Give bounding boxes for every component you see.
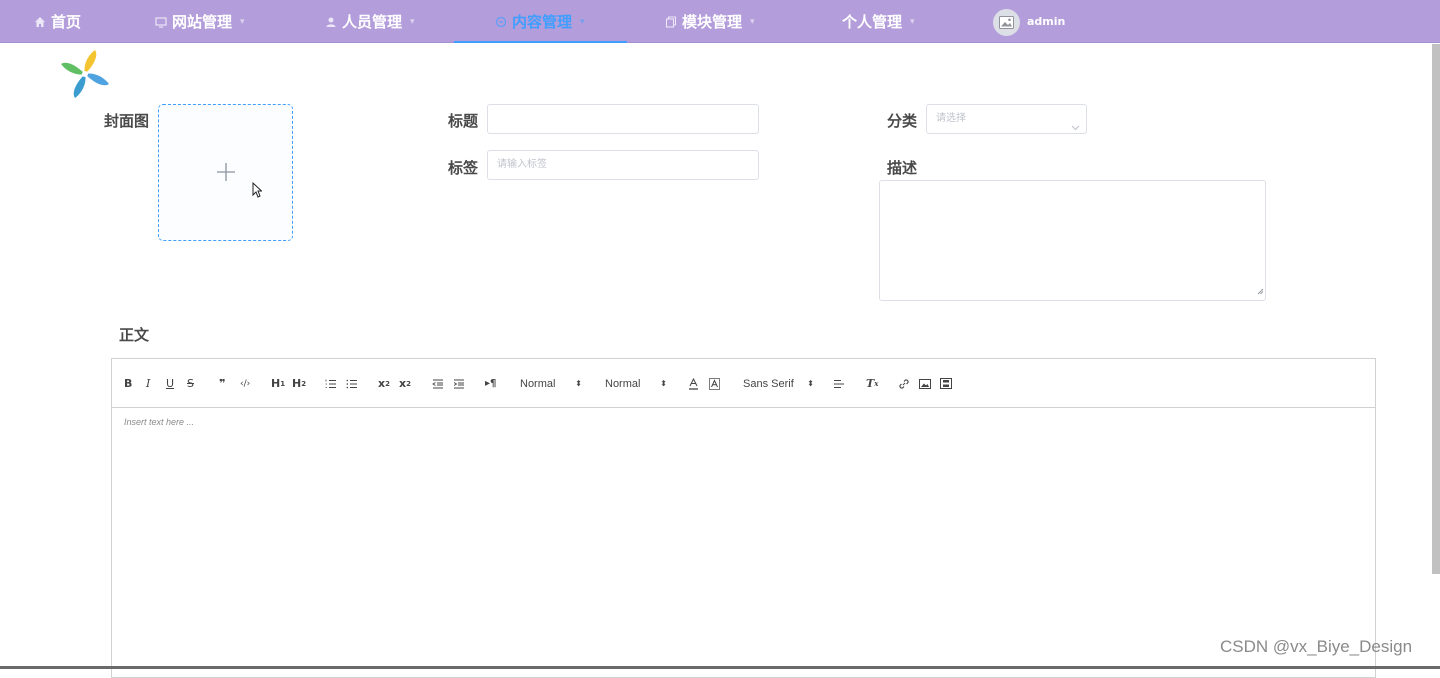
image-button[interactable] <box>919 359 931 408</box>
chevron-down-icon <box>1071 115 1080 143</box>
avatar[interactable] <box>993 9 1020 36</box>
body-label: 正文 <box>119 326 150 344</box>
nav-people[interactable]: 人员管理 ▾ <box>324 0 415 43</box>
editor-toolbar: B I U S ❞ ‹/› H1 H2 x2 x2 ▸¶ Normal ⬍ No… <box>112 359 1375 408</box>
link-button[interactable] <box>898 359 910 408</box>
ordered-list-icon <box>325 379 336 388</box>
updown-arrow-icon: ⬍ <box>660 379 667 388</box>
nav-home[interactable]: 首页 <box>33 0 81 43</box>
size-picker-label: Normal <box>605 377 641 390</box>
subscript-button[interactable]: x2 <box>378 359 390 408</box>
chevron-down-icon: ▾ <box>910 16 915 27</box>
bold-button[interactable]: B <box>124 359 132 408</box>
font-picker[interactable]: Sans Serif ⬍ <box>743 359 814 408</box>
chevron-down-icon: ▾ <box>750 16 755 27</box>
nav-content[interactable]: 内容管理 ▾ <box>454 0 626 43</box>
outdent-button[interactable] <box>432 359 444 408</box>
description-label: 描述 <box>887 159 918 177</box>
category-label: 分类 <box>887 112 918 130</box>
updown-arrow-icon: ⬍ <box>807 379 814 388</box>
document-icon <box>494 15 507 28</box>
video-button[interactable] <box>940 359 952 408</box>
tag-input[interactable]: 请输入标签 <box>487 150 759 180</box>
font-picker-label: Sans Serif <box>743 377 794 390</box>
chevron-down-icon: ▾ <box>580 16 585 27</box>
ordered-list-button[interactable] <box>325 359 337 408</box>
bullet-list-icon <box>346 379 357 388</box>
top-nav: 首页 网站管理 ▾ 人员管理 ▾ 内容管理 ▾ 模块管理 ▾ 个人管理 ▾ ad… <box>0 0 1440 43</box>
editor-placeholder[interactable]: Insert text here ... <box>124 417 194 427</box>
header2-button[interactable]: H2 <box>292 359 306 408</box>
plus-icon <box>216 159 236 187</box>
rich-text-editor: B I U S ❞ ‹/› H1 H2 x2 x2 ▸¶ Normal ⬍ No… <box>111 358 1376 678</box>
nav-module[interactable]: 模块管理 ▾ <box>664 0 755 43</box>
video-icon <box>940 378 952 389</box>
nav-content-label: 内容管理 <box>512 13 573 31</box>
updown-arrow-icon: ⬍ <box>575 379 582 388</box>
category-select-placeholder: 请选择 <box>936 113 966 124</box>
monitor-icon <box>154 15 167 28</box>
size-picker[interactable]: Normal ⬍ <box>605 359 667 408</box>
code-block-button[interactable]: ‹/› <box>240 359 250 408</box>
pinwheel-logo <box>57 46 113 102</box>
align-left-icon <box>834 379 844 388</box>
blockquote-button[interactable]: ❞ <box>219 359 225 408</box>
mouse-pointer-icon <box>252 181 263 202</box>
copy-icon <box>664 15 677 28</box>
nav-personal-label: 个人管理 <box>842 13 903 31</box>
title-input[interactable] <box>487 104 759 134</box>
title-label: 标题 <box>448 112 479 130</box>
bullet-list-button[interactable] <box>346 359 358 408</box>
watermark: CSDN @vx_Biye_Design <box>1220 637 1413 656</box>
superscript-button[interactable]: x2 <box>399 359 411 408</box>
nav-website-label: 网站管理 <box>172 13 233 31</box>
indent-button[interactable] <box>453 359 465 408</box>
header-picker[interactable]: Normal ⬍ <box>520 359 582 408</box>
header1-button[interactable]: H1 <box>271 359 285 408</box>
chevron-down-icon: ▾ <box>410 16 415 27</box>
nav-personal[interactable]: 个人管理 ▾ <box>842 0 915 43</box>
user-icon <box>324 15 337 28</box>
clear-format-button[interactable]: Tx <box>866 359 878 408</box>
text-color-icon <box>689 377 698 390</box>
tag-label: 标签 <box>448 159 479 177</box>
image-icon <box>919 378 931 389</box>
cover-uploader[interactable] <box>158 104 293 241</box>
description-textarea[interactable] <box>879 180 1266 301</box>
scrollbar[interactable] <box>1432 44 1440 574</box>
link-icon <box>899 378 909 389</box>
align-button[interactable] <box>833 359 845 408</box>
nav-module-label: 模块管理 <box>682 13 743 31</box>
category-select[interactable]: 请选择 <box>926 104 1087 134</box>
header-picker-label: Normal <box>520 377 556 390</box>
nav-home-label: 首页 <box>51 13 82 31</box>
nav-people-label: 人员管理 <box>342 13 403 31</box>
background-color-icon <box>709 377 720 390</box>
image-icon <box>999 16 1014 29</box>
text-color-button[interactable] <box>688 359 699 408</box>
cover-label: 封面图 <box>104 112 150 130</box>
indent-icon <box>453 379 464 388</box>
resize-handle-icon[interactable] <box>1257 280 1264 299</box>
strike-button[interactable]: S <box>187 359 194 408</box>
text-direction-button[interactable]: ▸¶ <box>485 359 496 408</box>
outdent-icon <box>432 379 443 388</box>
background-color-button[interactable] <box>709 359 720 408</box>
user-name[interactable]: admin <box>1027 0 1065 43</box>
italic-button[interactable]: I <box>146 359 150 408</box>
nav-website[interactable]: 网站管理 ▾ <box>154 0 245 43</box>
home-icon <box>33 15 46 28</box>
chevron-down-icon: ▾ <box>240 16 245 27</box>
underline-button[interactable]: U <box>166 359 174 408</box>
